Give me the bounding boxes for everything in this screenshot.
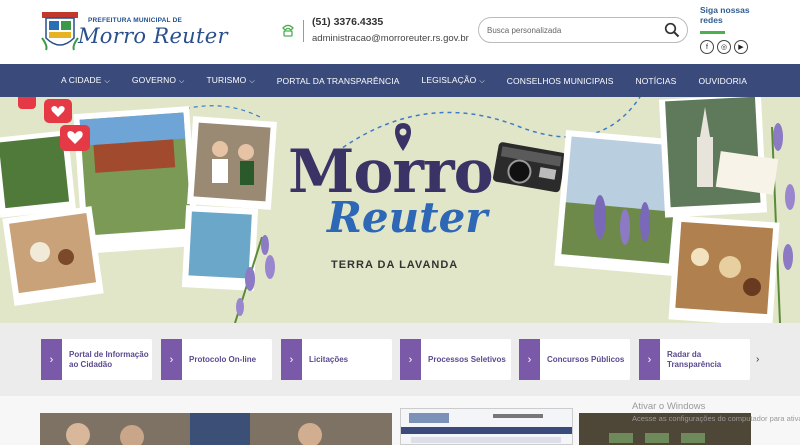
phone-icon [282,24,294,37]
nav-item-label: A CIDADE [61,75,102,85]
news-thumbnail[interactable] [40,413,392,445]
nav-item-label: LEGISLAÇÃO [421,75,477,85]
quick-links: › Portal de Informação ao Cidadão › Protoco… [0,323,800,396]
social-title: Siga nossas redes [700,5,750,25]
city-name: Morro Reuter [78,24,228,48]
quick-link-card[interactable]: › Portal de Informação ao Cidadão [41,339,152,380]
coat-of-arms-icon [41,12,79,51]
banner-tagline: TERRA DA LAVANDA [331,259,459,271]
nav-item-label: NOTÍCIAS [635,75,677,86]
quick-link-label: Concursos Públicos [547,354,625,364]
arrow-right-icon: › [161,339,182,380]
quick-link-label: Radar da Transparência [667,350,722,369]
nav-item-label: OUVIDORIA [698,75,748,86]
arrow-right-icon: › [41,339,62,380]
chevron-down-icon: ⌵ [479,78,485,85]
banner-title-reuter: Reuter [327,193,488,242]
arrow-right-icon: › [519,339,540,380]
photo-cafe-table [668,215,780,323]
nav-item-not-cias[interactable]: NOTÍCIAS [624,76,687,86]
municipality-label: PREFEITURA MUNICIPAL DE [88,17,183,24]
social-underline [700,31,725,34]
nav-item-a-cidade[interactable]: A CIDADE ⌵ [50,75,121,86]
quick-link-label: Portal de Informação ao Cidadão [69,350,149,369]
email-address[interactable]: administracao@morroreuter.rs.gov.br [312,33,469,44]
social-links: Siga nossas redes f ◎ ▶ [700,5,770,61]
news-thumbnail[interactable] [400,408,573,445]
arrow-right-icon: › [400,339,421,380]
chevron-down-icon: ⌵ [249,78,255,85]
windows-activation-subtitle: Acesse as configurações do computador pa… [632,414,800,423]
contact-divider [303,20,304,42]
camera-icon [493,142,566,193]
main-navigation: A CIDADE ⌵ GOVERNO ⌵ TURISMO ⌵ PORTAL DA TRANS… [0,64,800,97]
arrow-right-icon: › [281,339,302,380]
nav-item-label: CONSELHOS MUNICIPAIS [506,75,614,86]
nav-item-portal-da-transpar-ncia[interactable]: PORTAL DA TRANSPARÊNCIA [266,76,411,86]
quick-link-card[interactable]: › Radar da Transparência [639,339,750,380]
chevron-down-icon: ⌵ [104,78,110,85]
windows-activation-title: Ativar o Windows [632,401,706,412]
youtube-icon[interactable]: ▶ [734,40,748,54]
nav-item-label: TURISMO [206,75,247,85]
quick-link-card[interactable]: › Processos Seletivos [400,339,511,380]
quick-link-label: Protocolo On-line [189,354,257,364]
search-input[interactable] [487,23,657,38]
nav-item-ouvidoria[interactable]: OUVIDORIA [687,76,758,86]
contact-info: (51) 3376.4335 administracao@morroreuter… [280,12,480,48]
nav-item-legisla-o[interactable]: LEGISLAÇÃO ⌵ [411,75,496,86]
search-box [478,17,688,43]
quick-links-next-icon[interactable]: › [756,354,759,365]
facebook-icon[interactable]: f [700,40,714,54]
phone-number[interactable]: (51) 3376.4335 [312,16,383,28]
chevron-down-icon: ⌵ [179,78,185,85]
site-header: PREFEITURA MUNICIPAL DE Morro Reuter (51… [0,0,800,64]
quick-link-card[interactable]: › Concursos Públicos [519,339,630,380]
quick-link-label: Licitações [309,354,349,364]
quick-link-card[interactable]: › Licitações [281,339,392,380]
arrow-right-icon: › [639,339,660,380]
nav-item-governo[interactable]: GOVERNO ⌵ [121,75,196,86]
hero-banner: Morro Reuter TERRA DA LAVANDA [0,97,800,323]
photo-dancers [187,116,277,210]
nav-item-conselhos-municipais[interactable]: CONSELHOS MUNICIPAIS [496,76,625,86]
quick-link-card[interactable]: › Protocolo On-line [161,339,272,380]
quick-link-label: Processos Seletivos [428,354,506,364]
nav-item-label: PORTAL DA TRANSPARÊNCIA [276,75,400,86]
instagram-icon[interactable]: ◎ [717,40,731,54]
site-logo[interactable]: PREFEITURA MUNICIPAL DE Morro Reuter [40,8,228,54]
photo-coffee [2,206,104,306]
search-icon[interactable] [664,22,680,38]
nav-item-turismo[interactable]: TURISMO ⌵ [195,75,265,86]
nav-item-label: GOVERNO [131,75,177,85]
